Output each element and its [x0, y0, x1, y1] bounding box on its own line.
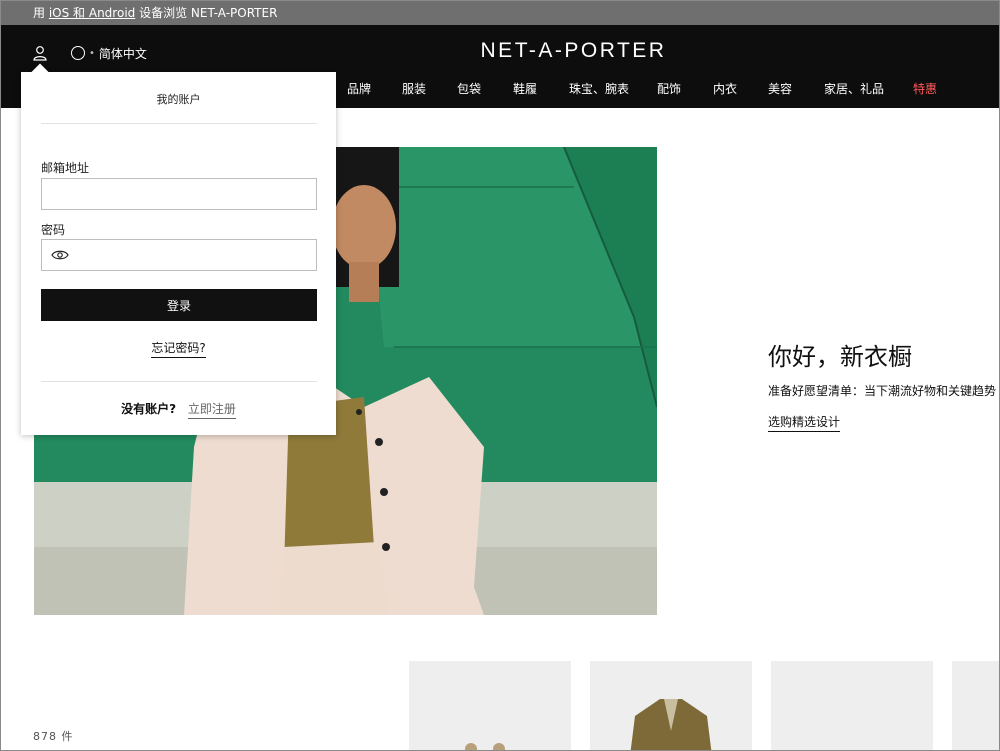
hero-subtitle: 准备好愿望清单：当下潮流好物和关键趋势 [768, 384, 997, 398]
nav-item-bags[interactable]: 包袋 [457, 80, 513, 97]
nav-item-lingerie[interactable]: 内衣 [713, 80, 768, 97]
hero-title: 你好，新衣橱 [768, 343, 912, 371]
show-password-eye-icon[interactable] [51, 249, 69, 261]
register-row: 没有账户? 立即注册 [21, 400, 336, 419]
product-tile[interactable] [590, 661, 752, 750]
blazer-image [590, 661, 752, 750]
page: 用 iOS 和 Android 设备浏览 NET-A-PORTER • 简体中文… [0, 0, 1000, 751]
email-label: 邮箱地址 [41, 161, 90, 175]
hero-cta-link[interactable]: 选购精选设计 [768, 413, 841, 432]
nav-item-sale[interactable]: 特惠 [913, 80, 937, 97]
account-dropdown: 我的账户 邮箱地址 密码 登录 忘记密码? 没有账户? 立即注册 [21, 63, 336, 435]
product-tile[interactable] [771, 661, 933, 750]
main-nav: 品牌 服装 包袋 鞋履 珠宝、腕表 配饰 内衣 美容 家居、礼品 特惠 [347, 80, 937, 97]
password-label: 密码 [41, 223, 66, 237]
product-count: 878 件 [33, 730, 74, 743]
nav-item-clothing[interactable]: 服装 [402, 80, 457, 97]
nav-item-brands[interactable]: 品牌 [347, 80, 402, 97]
password-field[interactable] [41, 239, 317, 271]
promo-prefix: 用 [33, 6, 46, 20]
email-field[interactable] [41, 178, 317, 210]
nav-item-shoes[interactable]: 鞋履 [513, 80, 569, 97]
forgot-password-link[interactable]: 忘记密码? [151, 341, 206, 358]
promo-bar: 用 iOS 和 Android 设备浏览 NET-A-PORTER [1, 1, 999, 25]
earrings-image [409, 661, 571, 750]
product-tile[interactable] [409, 661, 571, 750]
promo-suffix: 设备浏览 NET-A-PORTER [139, 6, 278, 20]
nav-item-home-gifts[interactable]: 家居、礼品 [824, 80, 913, 97]
divider [41, 381, 317, 382]
register-link[interactable]: 立即注册 [187, 402, 236, 419]
divider [41, 123, 317, 124]
no-account-text: 没有账户? [121, 402, 177, 416]
hero-text: 你好，新衣橱 准备好愿望清单：当下潮流好物和关键趋势 选购精选设计 [768, 337, 999, 432]
nav-item-accessories[interactable]: 配饰 [657, 80, 713, 97]
nav-item-beauty[interactable]: 美容 [768, 80, 824, 97]
dropdown-title: 我的账户 [156, 93, 201, 106]
site-logo[interactable]: NET-A-PORTER [1, 39, 999, 63]
forgot-password: 忘记密码? [21, 339, 336, 358]
login-button[interactable]: 登录 [41, 289, 317, 321]
nav-item-jewelry-watches[interactable]: 珠宝、腕表 [569, 80, 657, 97]
promo-app-link[interactable]: iOS 和 Android [49, 6, 135, 20]
product-tile[interactable] [952, 661, 999, 750]
